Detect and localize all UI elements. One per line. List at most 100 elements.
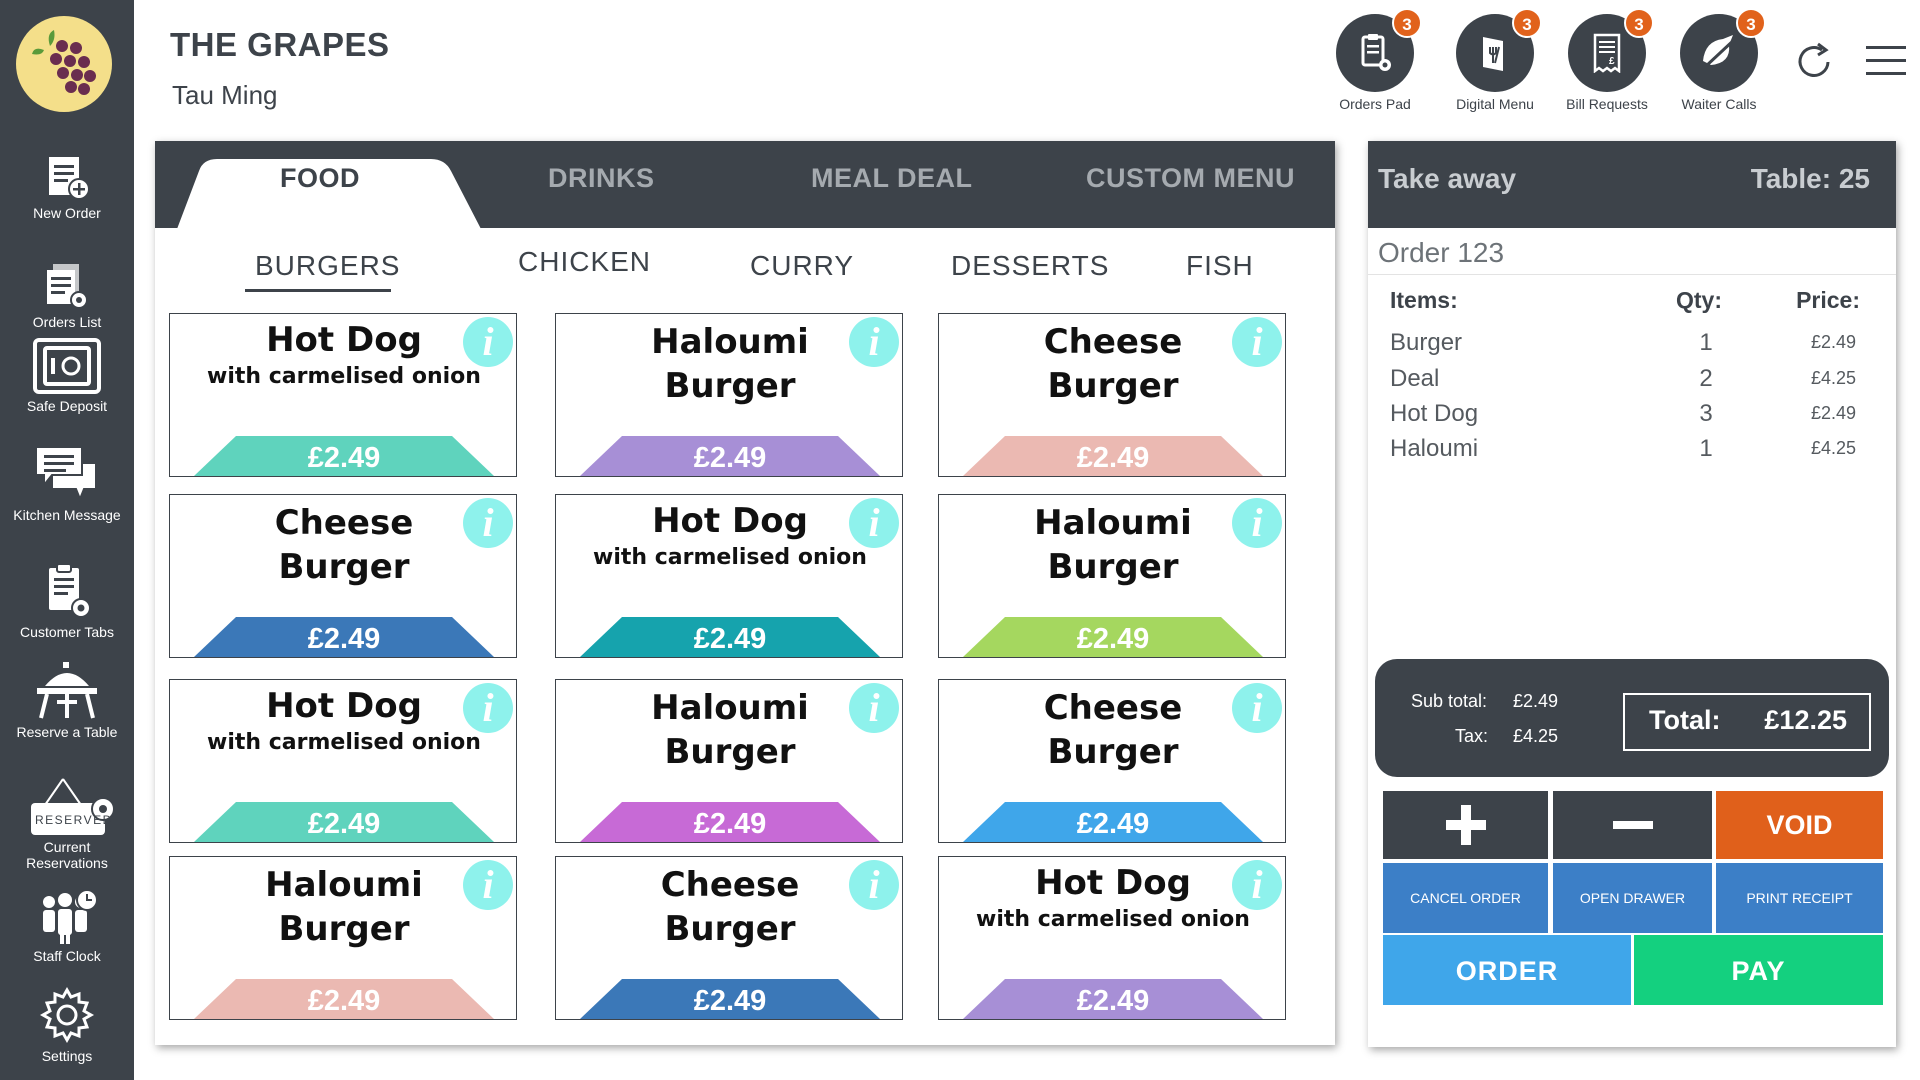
menu-item-price: £2.49 <box>963 436 1263 476</box>
increase-qty-button[interactable] <box>1383 791 1548 859</box>
menu-item-price: £2.49 <box>963 617 1263 657</box>
sidebar-item-label: New Order <box>33 205 101 221</box>
menu-item-card[interactable]: Cheese Burger i £2.49 <box>938 679 1286 843</box>
order-line[interactable]: Hot Dog 3 £2.49 <box>1368 400 1896 440</box>
info-icon[interactable]: i <box>849 860 899 910</box>
sidebar-item-reserve-table[interactable]: Reserve a Table <box>0 660 134 740</box>
tab-meal-deal[interactable]: MEAL DEAL <box>811 163 973 194</box>
menu-item-card[interactable]: Haloumi Burger i £2.49 <box>169 856 517 1020</box>
info-icon[interactable]: i <box>1232 498 1282 548</box>
subcat-burgers[interactable]: BURGERS <box>255 250 400 282</box>
decrease-qty-button[interactable] <box>1553 791 1712 859</box>
subcat-curry[interactable]: CURRY <box>750 250 854 282</box>
orders-pad-badge: 3 <box>1392 8 1422 38</box>
print-receipt-button[interactable]: PRINT RECEIPT <box>1716 863 1883 933</box>
menu-item-card[interactable]: Cheese Burger i £2.49 <box>555 856 903 1020</box>
digital-menu-button[interactable]: 3 Digital Menu <box>1440 8 1550 112</box>
waiter-calls-label: Waiter Calls <box>1681 96 1757 112</box>
order-line-qty: 1 <box>1699 329 1713 356</box>
sidebar-item-settings[interactable]: Settings <box>0 986 134 1064</box>
order-type: Take away <box>1378 163 1517 194</box>
tab-drinks[interactable]: DRINKS <box>548 163 655 194</box>
menu-item-card[interactable]: Haloumi Burger i £2.49 <box>555 679 903 843</box>
cancel-order-button[interactable]: CANCEL ORDER <box>1383 863 1548 933</box>
svg-text:£: £ <box>1609 56 1615 67</box>
plus-icon <box>1445 805 1486 845</box>
bill-requests-badge: 3 <box>1624 8 1654 38</box>
bill-icon: £ <box>1593 33 1621 73</box>
info-icon[interactable]: i <box>849 683 899 733</box>
subcat-chicken[interactable]: CHICKEN <box>518 246 651 278</box>
order-line-name: Deal <box>1390 365 1440 392</box>
order-line-price: £2.49 <box>1810 332 1856 352</box>
info-icon[interactable]: i <box>1232 683 1282 733</box>
subtotal-value: £2.49 <box>1513 691 1559 711</box>
divider <box>1368 274 1896 275</box>
order-line[interactable]: Haloumi 1 £4.25 <box>1368 435 1896 475</box>
info-icon[interactable]: i <box>463 317 513 367</box>
column-header-qty: Qty: <box>1676 287 1722 313</box>
minus-icon <box>1612 821 1653 829</box>
void-button[interactable]: VOID <box>1716 791 1883 859</box>
hamburger-menu-icon[interactable] <box>1866 44 1906 78</box>
gear-icon <box>39 986 95 1044</box>
info-icon[interactable]: i <box>1232 317 1282 367</box>
order-line-name: Hot Dog <box>1390 400 1479 427</box>
column-header-price: Price: <box>1796 287 1860 313</box>
waiter-calls-badge: 3 <box>1736 8 1766 38</box>
menu-item-card[interactable]: Hot Dog with carmelised onion i £2.49 <box>169 679 517 843</box>
menu-item-price: £2.49 <box>580 979 880 1019</box>
order-button[interactable]: ORDER <box>1383 935 1631 1005</box>
sidebar-item-staff-clock[interactable]: Staff Clock <box>0 888 134 964</box>
restaurant-name: THE GRAPES <box>170 26 390 63</box>
menu-item-card[interactable]: Hot Dog with carmelised onion i £2.49 <box>555 494 903 658</box>
clipboard-icon <box>49 563 91 618</box>
safe-icon <box>33 338 101 394</box>
sidebar-item-safe-deposit[interactable]: Safe Deposit <box>0 338 134 414</box>
waiter-calls-button[interactable]: 3 Waiter Calls <box>1664 8 1774 112</box>
sidebar-item-current-reservations[interactable]: RESERVED Current Reservations <box>0 775 134 871</box>
order-number: Order 123 <box>1378 237 1505 268</box>
menu-item-subtitle: with carmelised onion <box>207 364 481 389</box>
pay-button[interactable]: PAY <box>1634 935 1883 1005</box>
menu-item-card[interactable]: Haloumi Burger i £2.49 <box>555 313 903 477</box>
info-icon[interactable]: i <box>463 860 513 910</box>
sidebar-item-orders-list[interactable]: Orders List <box>0 262 134 330</box>
subcat-fish[interactable]: FISH <box>1186 250 1254 282</box>
digital-menu-label: Digital Menu <box>1456 96 1534 112</box>
menu-item-card[interactable]: Haloumi Burger i £2.49 <box>938 494 1286 658</box>
sidebar-item-new-order[interactable]: New Order <box>0 155 134 221</box>
tab-custom-menu[interactable]: CUSTOM MENU <box>1086 163 1295 194</box>
tax-label: Tax: <box>1455 726 1489 746</box>
totals-box: Sub total: £2.49 Tax: £4.25 Total: £12.2… <box>1375 659 1889 777</box>
user-name: Tau Ming <box>172 80 278 110</box>
info-icon[interactable]: i <box>849 317 899 367</box>
open-drawer-button[interactable]: OPEN DRAWER <box>1553 863 1712 933</box>
order-line[interactable]: Burger 1 £2.49 <box>1368 329 1896 369</box>
sidebar-item-kitchen-message[interactable]: Kitchen Message <box>0 443 134 523</box>
info-icon[interactable]: i <box>849 498 899 548</box>
order-header: Take away Table: 25 <box>1368 141 1896 228</box>
category-bar: FOOD DRINKS MEAL DEAL CUSTOM MENU <box>155 141 1335 229</box>
order-line-price: £4.25 <box>1810 438 1856 458</box>
subcat-desserts[interactable]: DESSERTS <box>951 250 1109 282</box>
info-icon[interactable]: i <box>463 498 513 548</box>
tab-food[interactable]: FOOD <box>280 163 360 194</box>
order-line-qty: 2 <box>1699 365 1713 392</box>
bill-requests-button[interactable]: £ 3 Bill Requests <box>1552 8 1662 112</box>
menu-item-price: £2.49 <box>580 617 880 657</box>
refresh-icon[interactable] <box>1792 40 1836 84</box>
total-value: £12.25 <box>1764 705 1847 735</box>
order-line[interactable]: Deal 2 £4.25 <box>1368 365 1896 405</box>
menu-item-price: £2.49 <box>194 617 494 657</box>
orders-pad-button[interactable]: 3 Orders Pad <box>1320 8 1430 112</box>
menu-item-price: £2.49 <box>194 979 494 1019</box>
menu-item-card[interactable]: Cheese Burger i £2.49 <box>169 494 517 658</box>
info-icon[interactable]: i <box>1232 860 1282 910</box>
sidebar-item-customer-tabs[interactable]: Customer Tabs <box>0 562 134 640</box>
menu-item-card[interactable]: Hot Dog with carmelised onion i £2.49 <box>169 313 517 477</box>
menu-item-card[interactable]: Hot Dog with carmelised onion i £2.49 <box>938 856 1286 1020</box>
menu-item-card[interactable]: Cheese Burger i £2.49 <box>938 313 1286 477</box>
order-line-price: £4.25 <box>1810 368 1856 388</box>
info-icon[interactable]: i <box>463 683 513 733</box>
